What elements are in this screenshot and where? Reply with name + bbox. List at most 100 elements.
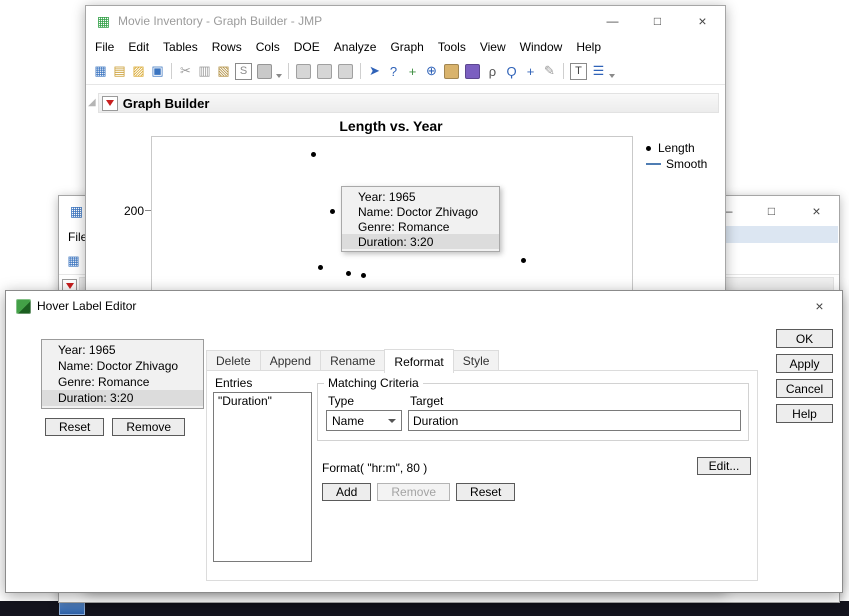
zoom-plus-icon[interactable]: + <box>521 62 540 81</box>
dialog-title: Hover Label Editor <box>37 299 136 313</box>
menu-file[interactable]: File <box>88 37 121 57</box>
red-triangle-glyph <box>106 100 114 106</box>
legend-item-length[interactable]: Length <box>646 140 707 156</box>
menu-edit[interactable]: Edit <box>121 37 156 57</box>
menu-view[interactable]: View <box>473 37 513 57</box>
jmp-table-icon: ▦ <box>68 203 85 220</box>
hover-label-line: Year: 1965 <box>42 342 203 358</box>
toolbar-overflow-chevron[interactable] <box>275 62 284 81</box>
cut-icon[interactable]: ✂ <box>176 62 195 81</box>
data-point[interactable] <box>361 273 366 278</box>
lock-icon[interactable] <box>257 64 272 79</box>
type-select-value: Name <box>332 414 364 428</box>
hover-label-tooltip: Year: 1965Name: Doctor ZhivagoGenre: Rom… <box>341 186 500 252</box>
menu-tables[interactable]: Tables <box>156 37 205 57</box>
magnifier-icon[interactable]: Ϙ <box>502 62 521 81</box>
matching-criteria-group: Matching Criteria Type Name Target <box>317 383 749 441</box>
toolbar-overflow-chevron[interactable] <box>608 62 617 81</box>
minimize-button[interactable]: — <box>590 6 635 36</box>
paste-icon[interactable]: ▧ <box>214 62 233 81</box>
toolbar-separator <box>171 63 172 79</box>
preview-remove-button[interactable]: Remove <box>112 418 185 436</box>
type-select[interactable]: Name <box>326 410 402 431</box>
y-axis-tick-label: 200 <box>110 204 144 218</box>
chevron-down-icon <box>388 419 396 423</box>
entries-list-item[interactable]: "Duration" <box>214 393 311 409</box>
menu-analyze[interactable]: Analyze <box>327 37 384 57</box>
legend-label: Length <box>658 141 695 155</box>
target-input[interactable] <box>408 410 741 431</box>
menu-graph[interactable]: Graph <box>383 37 430 57</box>
data-point[interactable] <box>330 209 335 214</box>
tab-style[interactable]: Style <box>454 350 500 372</box>
menu-rows[interactable]: Rows <box>205 37 249 57</box>
dialog-help-button[interactable]: Help <box>776 404 833 423</box>
tab-rename[interactable]: Rename <box>320 350 384 372</box>
data-point[interactable] <box>521 258 526 263</box>
menu-cols[interactable]: Cols <box>249 37 287 57</box>
toolbar: ▦▤▨▣✂▥▧S➤?+⊕ρϘ+✎T☰ <box>86 58 725 85</box>
data-point[interactable] <box>318 265 323 270</box>
run-script-icon[interactable]: S <box>235 63 252 80</box>
save-icon[interactable]: ▣ <box>148 62 167 81</box>
tab-delete[interactable]: Delete <box>206 350 260 372</box>
background-window-edge <box>0 601 849 616</box>
menu-doe[interactable]: DOE <box>287 37 327 57</box>
edit-button[interactable]: Edit... <box>697 457 751 475</box>
format-expression: Format( "hr:m", 80 ) <box>322 461 427 475</box>
layout-icon[interactable] <box>317 64 332 79</box>
add-button[interactable]: Add <box>322 483 371 501</box>
scroller-icon[interactable]: ☰ <box>589 62 608 81</box>
lasso-icon[interactable]: ρ <box>483 62 502 81</box>
hover-label-line: Genre: Romance <box>342 219 499 234</box>
new-data-table-icon[interactable]: ▦ <box>91 62 110 81</box>
presentation-icon[interactable] <box>338 64 353 79</box>
brush-icon[interactable] <box>465 64 480 79</box>
legend-item-smooth[interactable]: Smooth <box>646 156 707 172</box>
pencil-icon[interactable]: ✎ <box>540 62 559 81</box>
globe-icon[interactable]: ⊕ <box>422 62 441 81</box>
preview-reset-button[interactable]: Reset <box>45 418 104 436</box>
new-script-icon[interactable]: ▤ <box>110 62 129 81</box>
title-bar[interactable]: Hover Label Editor × <box>6 291 842 321</box>
action-buttons: AddRemoveReset <box>322 483 515 501</box>
copy-icon[interactable]: ▥ <box>195 62 214 81</box>
maximize-button[interactable]: □ <box>749 196 794 226</box>
red-triangle-icon[interactable] <box>102 96 118 111</box>
arrow-cursor-icon[interactable]: ➤ <box>365 62 384 81</box>
menu-window[interactable]: Window <box>513 37 570 57</box>
new-data-table-icon[interactable]: ▦ <box>64 252 83 271</box>
chart-title: Length vs. Year <box>151 118 631 134</box>
title-bar[interactable]: ▦ Movie Inventory - Graph Builder - JMP … <box>86 6 725 36</box>
close-button[interactable]: × <box>794 196 839 226</box>
open-icon[interactable]: ▨ <box>129 62 148 81</box>
data-table-icon <box>59 602 85 615</box>
report-header: ◢ Graph Builder <box>86 93 725 113</box>
matching-criteria-legend: Matching Criteria <box>324 376 423 390</box>
menu-help[interactable]: Help <box>569 37 608 57</box>
entries-listbox[interactable]: "Duration" <box>213 392 312 562</box>
annotate-icon[interactable]: T <box>570 63 587 80</box>
report-title: Graph Builder <box>123 96 210 111</box>
help-icon[interactable]: ? <box>384 62 403 81</box>
dialog-apply-button[interactable]: Apply <box>776 354 833 373</box>
tab-reformat[interactable]: Reformat <box>384 349 453 373</box>
grabber-hand-icon[interactable] <box>444 64 459 79</box>
data-point[interactable] <box>346 271 351 276</box>
reset-button[interactable]: Reset <box>456 483 515 501</box>
close-button[interactable]: × <box>680 6 725 36</box>
crosshair-icon[interactable]: + <box>403 62 422 81</box>
close-button[interactable]: × <box>797 291 842 321</box>
table-panel-strip <box>724 226 838 243</box>
tab-append[interactable]: Append <box>260 350 320 372</box>
disclosure-triangle-icon[interactable]: ◢ <box>88 98 96 108</box>
dialog-ok-button[interactable]: OK <box>776 329 833 348</box>
maximize-button[interactable]: □ <box>635 6 680 36</box>
journal-icon[interactable] <box>296 64 311 79</box>
hover-label-editor-dialog[interactable]: Hover Label Editor × Year: 1965Name: Doc… <box>5 290 843 593</box>
menu-bar: FileEditTablesRowsColsDOEAnalyzeGraphToo… <box>86 36 725 58</box>
data-point[interactable] <box>311 152 316 157</box>
dialog-cancel-button[interactable]: Cancel <box>776 379 833 398</box>
menu-tools[interactable]: Tools <box>431 37 473 57</box>
window-controls: — □ × <box>590 6 725 36</box>
